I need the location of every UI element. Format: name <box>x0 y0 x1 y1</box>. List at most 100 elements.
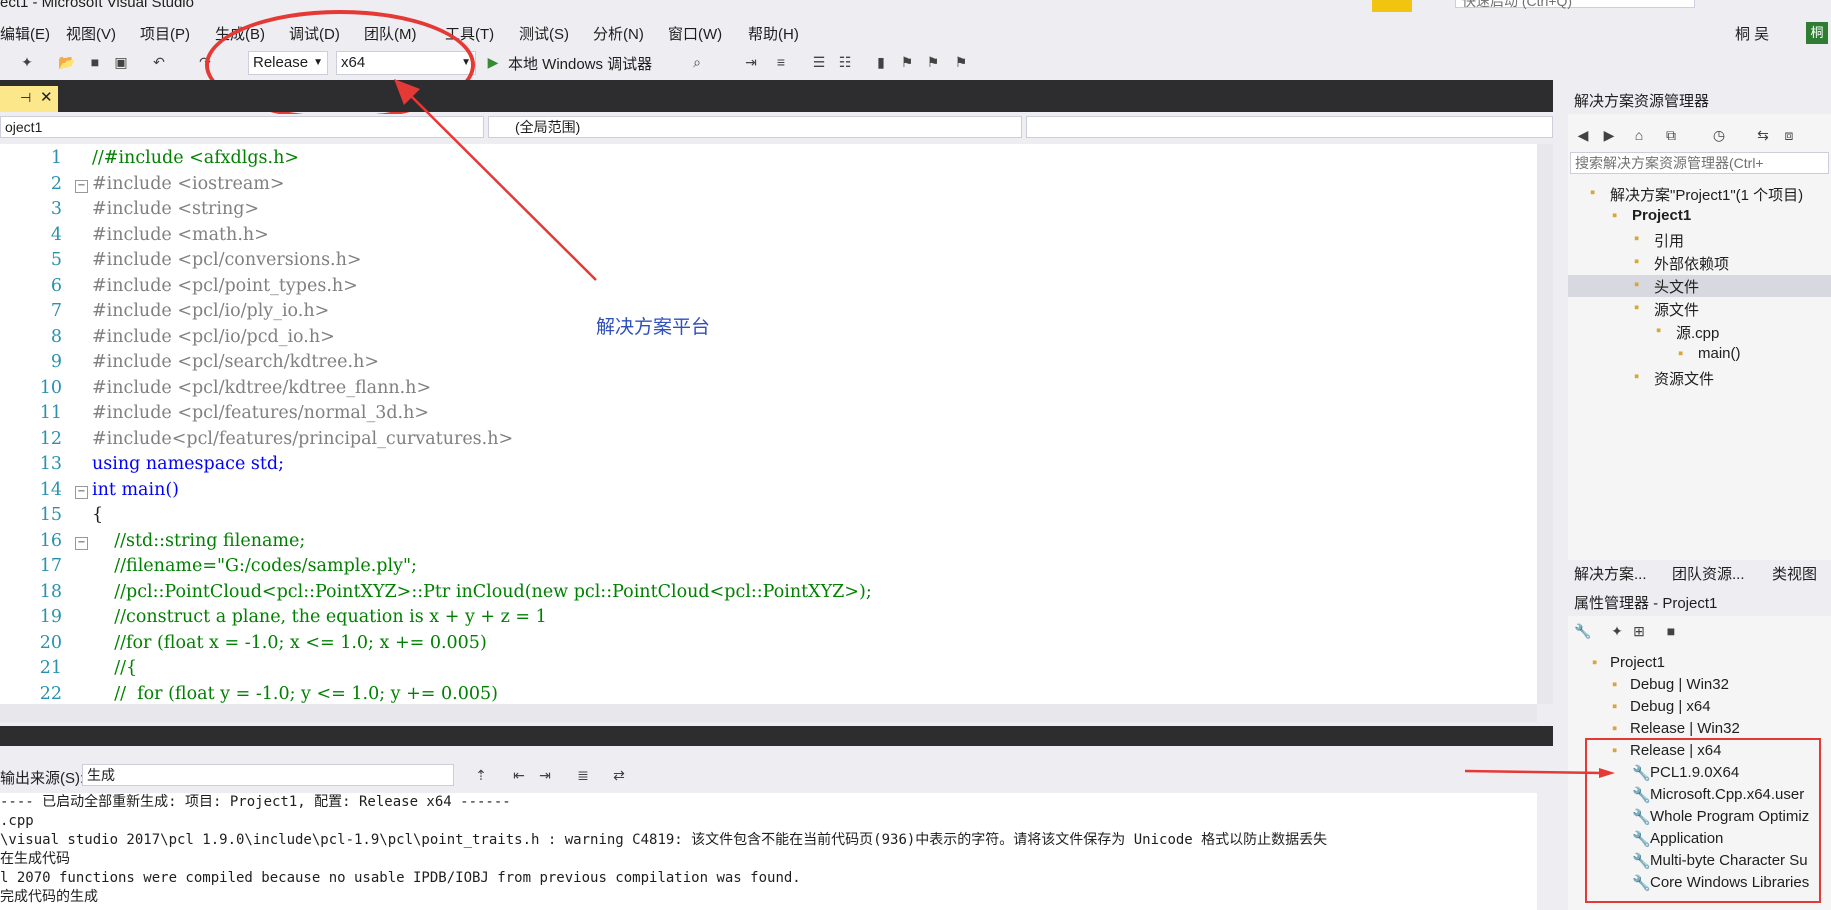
code-line: using namespace std; <box>92 454 284 474</box>
code-line: #include<pcl/features/principal_curvatur… <box>92 428 514 449</box>
start-debug-icon[interactable]: ▶ <box>484 53 502 71</box>
tree-item[interactable]: 引用 <box>1654 230 1684 251</box>
code-line: #include <string> <box>92 199 260 219</box>
code-line: //construct a plane, the equation is x +… <box>92 607 547 627</box>
property-item[interactable]: Debug | Win32 <box>1630 676 1729 693</box>
uncomment-icon[interactable]: ☷ <box>836 53 854 71</box>
line-number: 12 <box>39 428 62 449</box>
tree-item[interactable]: 源.cpp <box>1676 322 1719 343</box>
find-icon[interactable]: ⌕ <box>688 53 706 71</box>
code-editor[interactable]: 1//#include <afxdlgs.h> 2− #include <iostr… <box>0 144 1537 704</box>
user-name[interactable]: 桐 吴 <box>1735 23 1769 44</box>
property-item[interactable]: Debug | x64 <box>1630 698 1711 715</box>
editor-horizontal-scrollbar[interactable] <box>0 704 1537 722</box>
line-number: 18 <box>39 581 62 602</box>
collapse-icon[interactable]: ⧈ <box>1780 126 1798 144</box>
history-icon[interactable]: ◷ <box>1710 126 1728 144</box>
folder-icon: ▪ <box>1634 368 1640 385</box>
tree-item[interactable]: 外部依赖项 <box>1654 253 1729 274</box>
clear-all-icon[interactable]: ≣ <box>574 766 592 784</box>
menu-edit[interactable]: 编辑(E) <box>0 23 50 44</box>
prev-message-icon[interactable]: ⇤ <box>510 766 528 784</box>
line-number: 10 <box>39 377 62 398</box>
new-project-icon[interactable]: ✦ <box>18 53 36 71</box>
pin-icon[interactable]: ⊣ <box>20 90 31 106</box>
back-icon[interactable]: ◀ <box>1574 126 1592 144</box>
forward-icon[interactable]: ▶ <box>1600 126 1618 144</box>
tab-solution-explorer[interactable]: 解决方案... <box>1574 563 1647 584</box>
annotation-label: 解决方案平台 <box>596 317 711 338</box>
add-property-icon[interactable]: ✦ <box>1608 622 1626 640</box>
property-item[interactable]: Release | Win32 <box>1630 720 1740 737</box>
menu-project[interactable]: 项目(P) <box>140 23 190 44</box>
line-number: 19 <box>39 607 62 627</box>
line-number: 21 <box>39 658 62 678</box>
undo-icon[interactable]: ↶ <box>150 53 168 71</box>
menu-window[interactable]: 窗口(W) <box>668 23 722 44</box>
output-title-bar <box>0 726 1553 746</box>
tab-class-view[interactable]: 类视图 <box>1772 563 1817 584</box>
notification-icon[interactable] <box>1372 0 1412 12</box>
find-message-icon[interactable]: ⇡ <box>472 766 490 784</box>
member-select[interactable] <box>1026 116 1553 138</box>
menu-view[interactable]: 视图(V) <box>66 23 116 44</box>
property-item[interactable]: Project1 <box>1610 654 1665 671</box>
tab-team-explorer[interactable]: 团队资源... <box>1672 563 1745 584</box>
collapse-icon[interactable]: − <box>75 179 88 193</box>
properties-icon[interactable]: 🔧 <box>1574 622 1592 640</box>
bookmark-icon[interactable]: ▮ <box>872 53 890 71</box>
folder-icon: ▪ <box>1612 676 1618 693</box>
menu-test[interactable]: 测试(S) <box>519 23 569 44</box>
tree-item[interactable]: Project1 <box>1632 207 1691 224</box>
line-number: 4 <box>50 224 62 245</box>
save-icon[interactable]: ■ <box>1662 622 1680 640</box>
tree-item[interactable]: 资源文件 <box>1654 368 1714 389</box>
quick-launch-input[interactable]: 快速启动 (Ctrl+Q) <box>1455 0 1695 9</box>
line-number: 7 <box>50 301 62 321</box>
code-line: //{ <box>92 658 138 678</box>
next-message-icon[interactable]: ⇥ <box>536 766 554 784</box>
save-icon[interactable]: ■ <box>86 53 104 71</box>
home-icon[interactable]: ⌂ <box>1630 126 1648 144</box>
next-bookmark-icon[interactable]: ⚑ <box>924 53 942 71</box>
word-wrap-icon[interactable]: ⇄ <box>610 766 628 784</box>
output-source-select[interactable]: 生成 <box>82 764 454 786</box>
tree-item[interactable]: 解决方案"Project1"(1 个项目) <box>1610 184 1803 205</box>
close-icon[interactable]: ✕ <box>40 88 53 106</box>
avatar[interactable]: 桐 <box>1806 22 1828 44</box>
tree-item[interactable]: main() <box>1698 345 1741 362</box>
navigation-bar: oject1 (全局范围) <box>0 114 1553 142</box>
collapse-icon[interactable]: − <box>75 485 88 499</box>
menu-help[interactable]: 帮助(H) <box>748 23 799 44</box>
editor-vertical-scrollbar[interactable] <box>1537 144 1553 704</box>
clear-bookmarks-icon[interactable]: ⚑ <box>952 53 970 71</box>
tree-item[interactable]: 源文件 <box>1654 299 1699 320</box>
add-existing-icon[interactable]: ⊞ <box>1630 622 1648 640</box>
output-source-label: 输出来源(S): <box>0 770 85 787</box>
save-all-icon[interactable]: ▣ <box>112 53 130 71</box>
line-number: 14 <box>39 479 62 500</box>
editor-tab-strip: ⊣ ✕ <box>0 80 1553 112</box>
step-icon[interactable]: ⇥ <box>742 53 760 71</box>
annotation-arrow <box>394 79 597 281</box>
code-line: #include <pcl/kdtree/kdtree_flann.h> <box>92 377 432 398</box>
open-file-icon[interactable]: 📂 <box>58 53 76 71</box>
format-icon[interactable]: ≡ <box>772 53 790 71</box>
output-text[interactable]: ---- 已启动全部重新生成: 项目: Project1, 配置: Releas… <box>0 793 1537 910</box>
debugger-button[interactable]: 本地 Windows 调试器 <box>508 53 652 74</box>
comment-icon[interactable]: ☰ <box>810 53 828 71</box>
menu-analyze[interactable]: 分析(N) <box>593 23 644 44</box>
collapse-icon[interactable]: − <box>75 536 88 550</box>
folder-icon: ▪ <box>1612 207 1618 224</box>
line-number: 22 <box>39 683 62 704</box>
tree-item[interactable]: 头文件 <box>1654 276 1699 297</box>
views-icon[interactable]: ⧉ <box>1662 126 1680 144</box>
line-number: 2 <box>50 173 62 194</box>
solution-search-input[interactable]: 搜索解决方案资源管理器(Ctrl+ <box>1570 152 1829 174</box>
folder-icon: ▪ <box>1612 698 1618 715</box>
sync-icon[interactable]: ⇆ <box>1754 126 1772 144</box>
tab-source-cpp[interactable]: ⊣ ✕ <box>0 86 58 112</box>
prev-bookmark-icon[interactable]: ⚑ <box>898 53 916 71</box>
folder-icon: ▪ <box>1634 230 1640 247</box>
code-line: #include <pcl/point_types.h> <box>92 275 358 296</box>
